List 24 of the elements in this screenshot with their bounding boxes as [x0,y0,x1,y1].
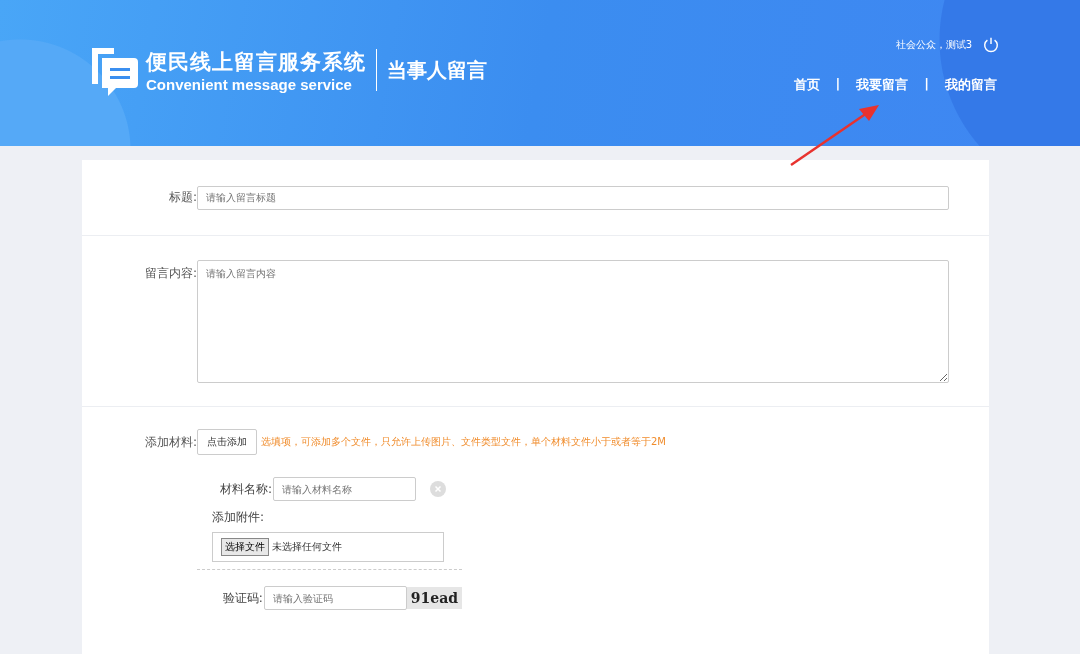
field-label: 标题: [167,189,197,206]
logo-title: 便民线上留言服务系统 [146,48,366,76]
field-label: 添加附件: [212,509,266,526]
section-title: 当事人留言 [387,56,487,84]
user-name: 社会公众，测试3 [895,38,972,52]
logo-subtitle: Convenient message service [146,75,353,93]
add-button[interactable]: 点击添加 [197,429,257,455]
nav-separator: | [924,76,929,93]
captcha-input[interactable]: 请输入验证码 [263,586,407,610]
power-icon[interactable] [982,36,1000,54]
file-status: 未选择任何文件 [272,540,342,554]
nav-separator: | [835,76,841,93]
field-label: 验证码: [221,589,263,607]
field-label: 添加材料: [143,433,197,451]
material-name-input[interactable]: 请输入材料名称 [273,477,416,501]
title-input[interactable]: 请输入留言标题 [197,185,949,210]
choose-file-button[interactable]: 选择文件 [221,538,269,556]
field-label: 留言内容: [143,265,197,282]
captcha-image[interactable]: 91ead [406,587,462,609]
hint-text: 选填项，可添加多个文件，只允许上传图片、文件类型文件，单个材料文件小于或者等于2M [261,435,666,449]
content-textarea[interactable]: 请输入留言内容 [197,260,949,383]
nav-link[interactable]: 我的留言 [945,76,997,94]
field-label: 材料名称: [218,480,272,498]
file-input[interactable]: 选择文件 未选择任何文件 [212,532,444,562]
